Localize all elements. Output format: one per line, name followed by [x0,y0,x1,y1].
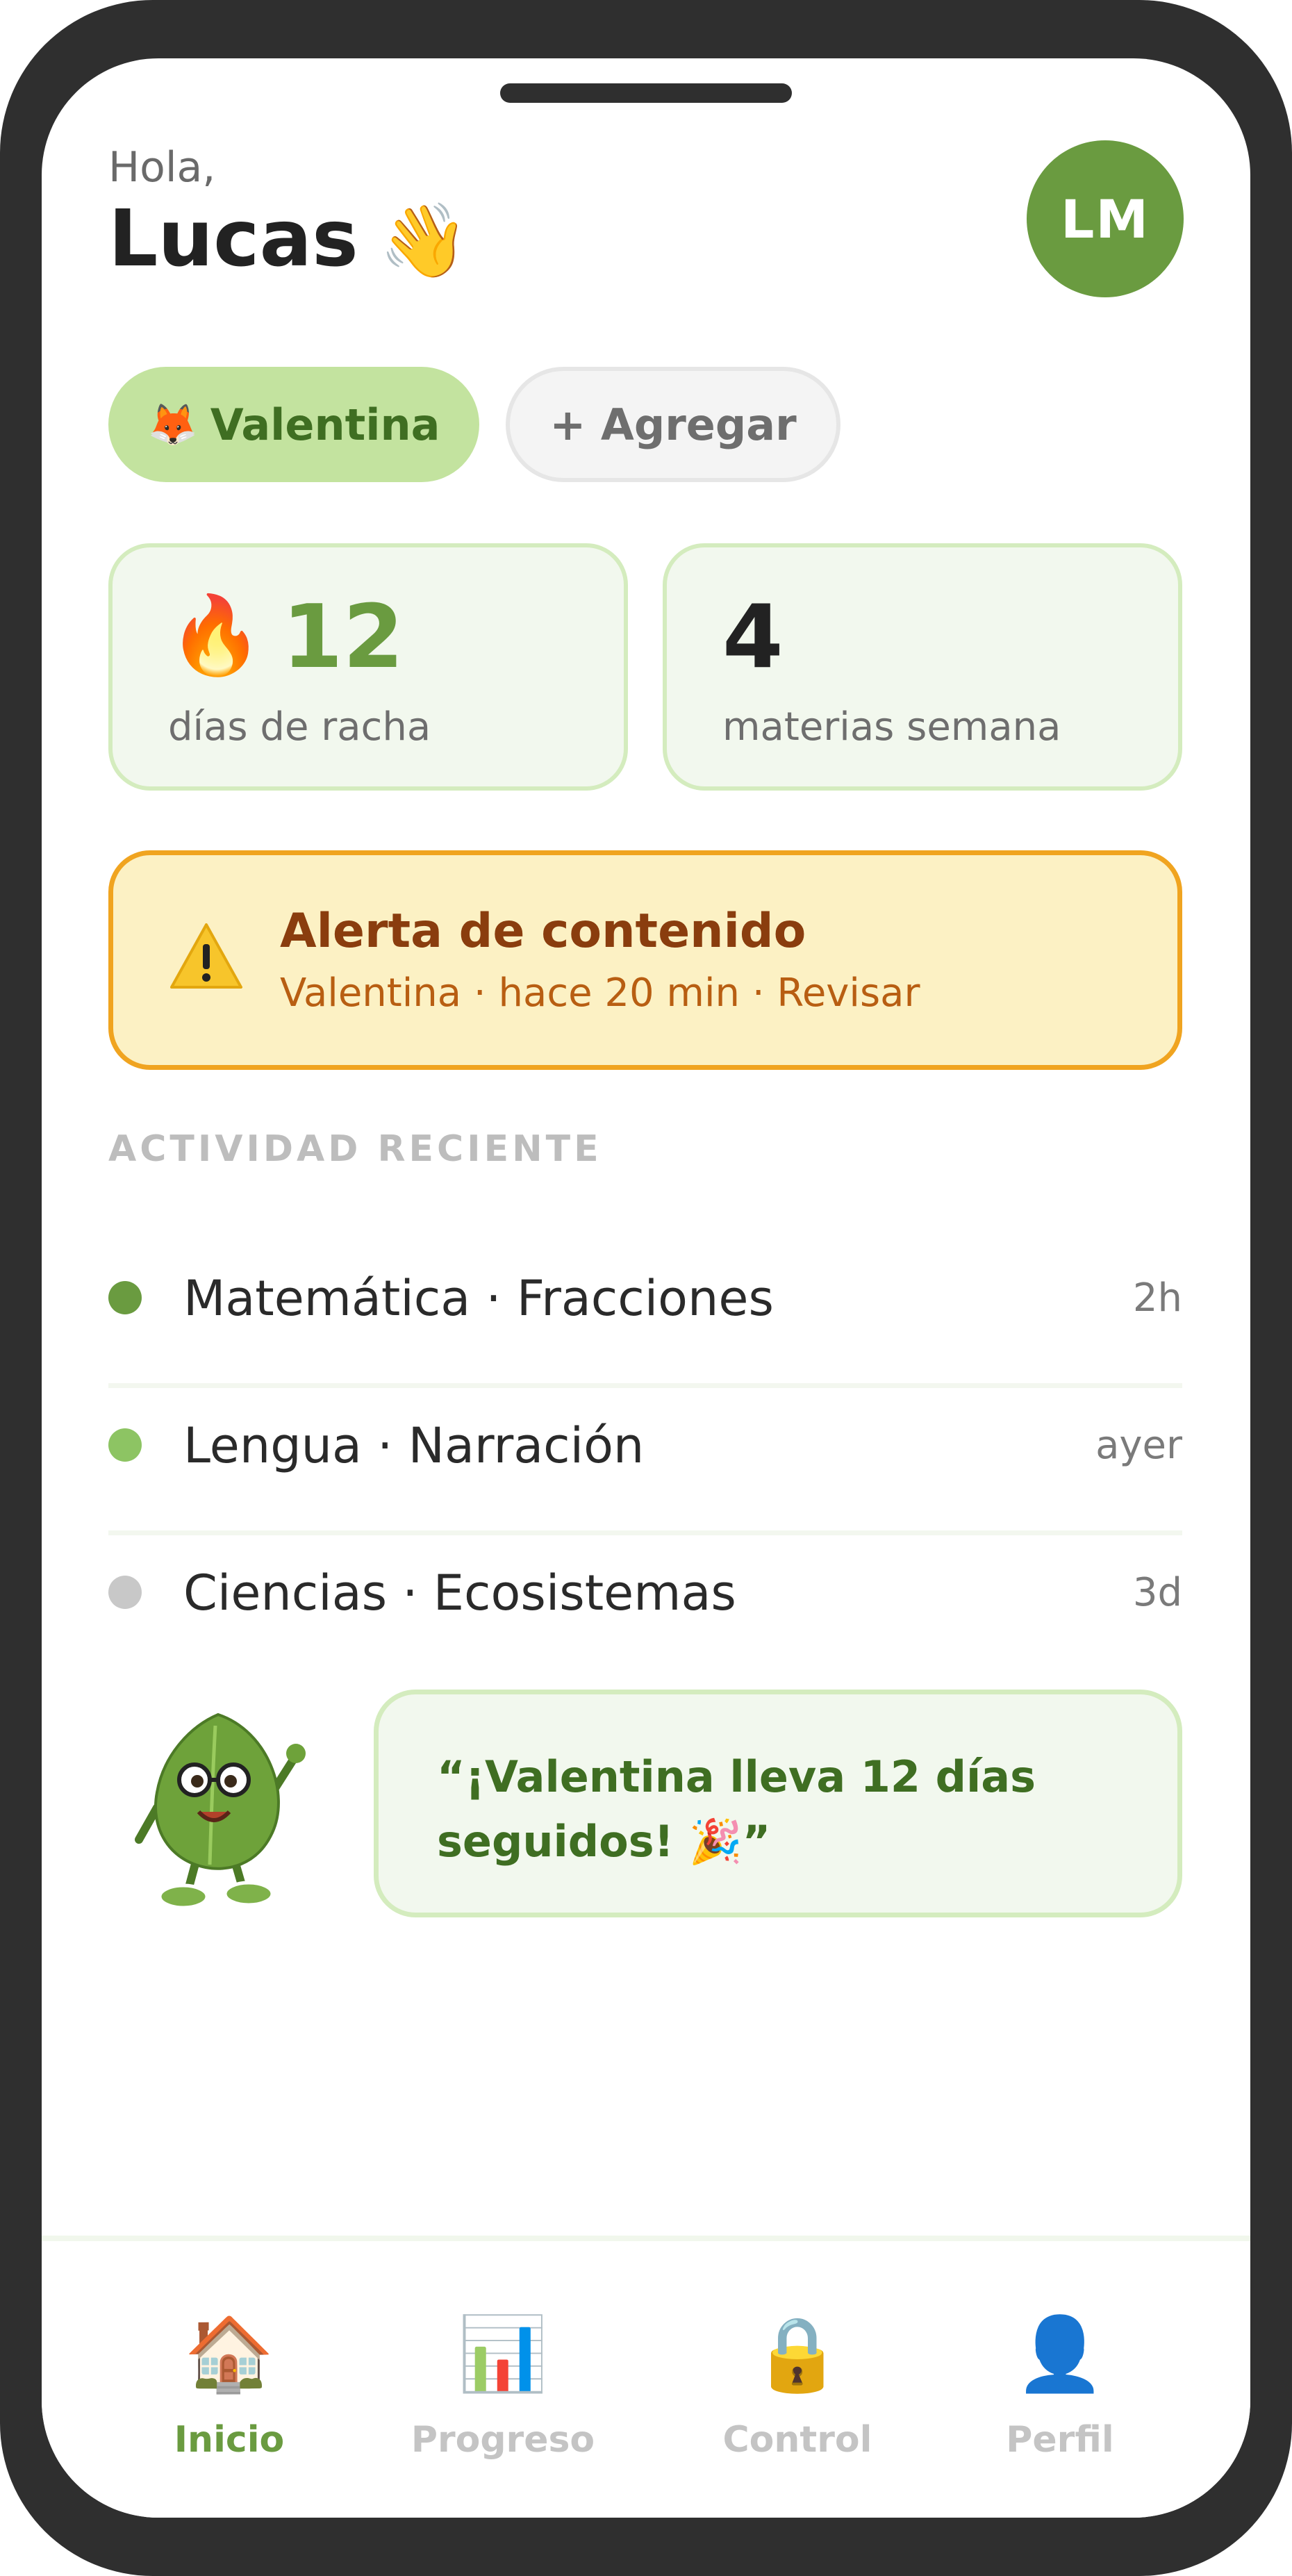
bar-chart-icon: 📊 [458,2311,548,2396]
alert-title: Alerta de contenido [280,904,806,959]
content-alert-card[interactable]: Alerta de contenido Valentina · hace 20 … [108,850,1182,1070]
wave-hand-icon: 👋 [379,198,470,283]
alert-subtitle: Valentina · hace 20 min · Revisar [280,971,920,1016]
bottom-nav: 🏠 Inicio 📊 Progreso 🔒 Control 👤 Perfil [42,2236,1250,2518]
mascot-quote-line1: “¡Valentina lleva 12 días [437,1751,1036,1802]
fox-icon: 🦊 [147,400,198,448]
mascot-speech-bubble: “¡Valentina lleva 12 días seguidos! 🎉” [374,1690,1182,1917]
nav-item-progreso[interactable]: 📊 Progreso [399,2241,607,2505]
nav-label: Perfil [1006,2419,1114,2461]
phone-notch [500,83,792,103]
child-chip-label: Valentina [210,399,440,450]
activity-label: Ciencias · Ecosistemas [183,1564,736,1621]
nav-label: Progreso [411,2419,595,2461]
home-icon: 🏠 [184,2311,274,2396]
user-name-heading: Lucas 👋 [108,200,469,278]
user-name: Lucas [108,194,358,284]
child-chip-valentina[interactable]: 🦊 Valentina [108,367,479,482]
nav-label: Control [722,2419,872,2461]
activity-label: Matemática · Fracciones [183,1270,774,1327]
recent-activity-heading: ACTIVIDAD RECIENTE [108,1128,602,1170]
activity-time: 2h [1132,1275,1182,1321]
avatar[interactable]: LM [1027,140,1184,297]
fire-icon: 🔥 [168,591,263,679]
activity-time: 3d [1132,1570,1182,1615]
streak-label: días de racha [168,704,431,750]
streak-value: 12 [282,586,404,688]
lock-icon: 🔒 [752,2311,843,2396]
greeting-text: Hola, [108,143,216,192]
activity-row[interactable]: Matemática · Fracciones 2h [108,1241,1182,1388]
nav-item-inicio[interactable]: 🏠 Inicio [125,2241,333,2505]
activity-time: ayer [1095,1423,1182,1468]
nav-label: Inicio [174,2419,285,2461]
status-dot [108,1428,142,1462]
subjects-card: 4 materias semana [663,543,1182,791]
app-screen: Hola, Lucas 👋 LM 🦊 Valentina + Agregar 🔥 … [42,58,1250,2518]
activity-label: Lengua · Narración [183,1417,645,1474]
leaf-mascot-icon [135,1712,306,1910]
activity-row[interactable]: Ciencias · Ecosistemas 3d [108,1535,1182,1683]
warning-icon [170,923,242,989]
phone-frame: Hola, Lucas 👋 LM 🦊 Valentina + Agregar 🔥 … [0,0,1292,2576]
status-dot [108,1576,142,1609]
activity-row[interactable]: Lengua · Narración ayer [108,1388,1182,1535]
nav-item-perfil[interactable]: 👤 Perfil [956,2241,1164,2505]
subjects-value: 4 [722,586,784,688]
nav-item-control[interactable]: 🔒 Control [693,2241,902,2505]
add-child-button[interactable]: + Agregar [506,367,840,482]
mascot-quote-line2: seguidos! 🎉” [437,1816,771,1867]
subjects-label: materias semana [722,704,1061,750]
user-icon: 👤 [1015,2311,1105,2396]
status-dot [108,1281,142,1314]
streak-card: 🔥 12 días de racha [108,543,628,791]
